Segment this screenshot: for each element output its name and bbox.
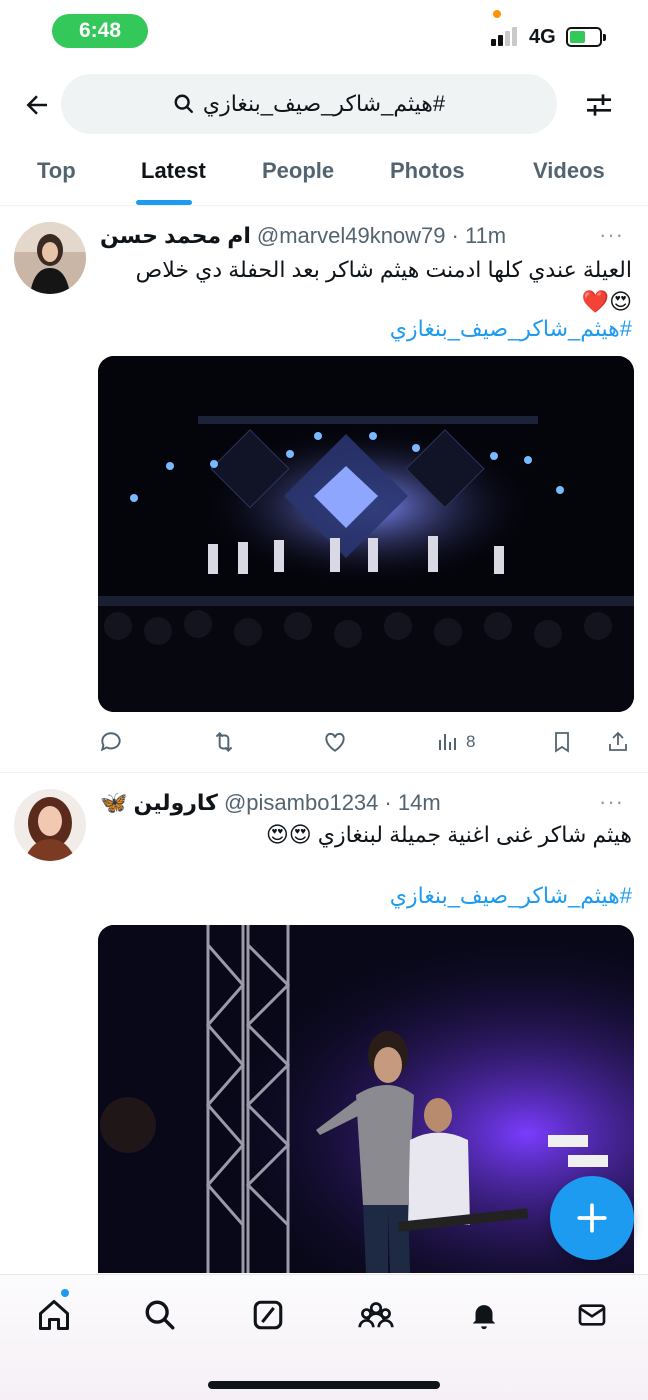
- notifications-icon: [472, 1305, 496, 1330]
- tweet-header: كارولين 🦋 @pisambo1234 · 14m ···: [100, 787, 640, 819]
- tweet-header: ام محمد حسن @marvel49know79 · 11m ···: [100, 220, 640, 252]
- views-icon: [439, 734, 456, 750]
- tweet-text: العيلة عندي كلها ادمنت هيثم شاكر بعد الح…: [102, 254, 632, 318]
- heart-icon: [325, 732, 345, 752]
- tab-videos[interactable]: Videos: [533, 158, 605, 184]
- search-icon: [174, 94, 193, 113]
- share-button[interactable]: [606, 726, 630, 758]
- grok-icon: [253, 1300, 283, 1330]
- tweet-author-name[interactable]: كارولين 🦋: [100, 790, 218, 816]
- tweet-author-handle: @pisambo1234: [223, 790, 379, 815]
- like-button[interactable]: [322, 726, 348, 758]
- tweet-emoji: 😍❤️: [581, 289, 632, 314]
- bookmark-icon: [555, 732, 569, 753]
- home-icon: [39, 1300, 69, 1330]
- tweet-author-handle: @marvel49know79: [256, 223, 446, 248]
- search-query: #هيثم_شاكر_صيف_بنغازي: [202, 91, 446, 116]
- views-button[interactable]: 8: [436, 726, 475, 758]
- tweet-timestamp: · 11m: [451, 223, 507, 248]
- arrow-left-icon: [26, 95, 47, 115]
- search-tabs: Top Latest People Photos Videos: [0, 148, 648, 206]
- home-notification-dot: [61, 1289, 69, 1297]
- tweet[interactable]: كارولين 🦋 @pisambo1234 · 14m ··· هيثم شا…: [0, 773, 648, 1273]
- tab-photos[interactable]: Photos: [390, 158, 465, 184]
- tab-people[interactable]: People: [262, 158, 334, 184]
- tweet-text: هيثم شاكر غنى اغنية جميلة لبنغازي 😍😍: [265, 822, 632, 847]
- nav-notifications[interactable]: [464, 1295, 504, 1335]
- tweet-actions: 8: [98, 726, 634, 758]
- battery-icon: [566, 27, 606, 47]
- search-header: #هيثم_شاكر_صيف_بنغازي: [0, 72, 648, 138]
- retweet-button[interactable]: [210, 726, 238, 758]
- plus-icon: [577, 1203, 607, 1233]
- communities-icon: [358, 1302, 394, 1328]
- tweet[interactable]: ام محمد حسن @marvel49know79 · 11m ··· ال…: [0, 206, 648, 772]
- search-filter-button[interactable]: [582, 88, 616, 122]
- share-icon: [609, 731, 627, 751]
- avatar[interactable]: [14, 789, 86, 861]
- nav-home[interactable]: [34, 1295, 74, 1335]
- reply-icon: [100, 732, 121, 752]
- network-type: 4G: [529, 26, 556, 48]
- active-tab-indicator: [136, 200, 192, 205]
- status-bar: 6:48 4G: [0, 0, 648, 62]
- reply-button[interactable]: [98, 726, 124, 758]
- bookmark-button[interactable]: [550, 726, 574, 758]
- nav-communities[interactable]: [356, 1295, 396, 1335]
- more-options-icon[interactable]: ···: [599, 789, 624, 815]
- butterfly-icon: 🦋: [100, 790, 128, 815]
- nav-messages[interactable]: [572, 1295, 612, 1335]
- nav-search[interactable]: [140, 1295, 180, 1335]
- search-input[interactable]: #هيثم_شاكر_صيف_بنغازي: [61, 74, 557, 134]
- signal-icon: [491, 26, 521, 46]
- compose-button[interactable]: [550, 1176, 634, 1260]
- avatar[interactable]: [14, 222, 86, 294]
- sliders-icon: [587, 94, 611, 116]
- messages-icon: [578, 1304, 606, 1326]
- search-icon: [145, 1300, 175, 1330]
- retweet-icon: [215, 731, 233, 753]
- tweet-hashtag-link[interactable]: #هيثم_شاكر_صيف_بنغازي: [390, 883, 632, 909]
- tweet-hashtag-link[interactable]: #هيثم_شاكر_صيف_بنغازي: [390, 316, 632, 342]
- status-time: 6:48: [52, 14, 148, 48]
- nav-grok[interactable]: [248, 1295, 288, 1335]
- concert-stage-photo[interactable]: [98, 356, 634, 712]
- bottom-navigation: [0, 1274, 648, 1400]
- author-name-text: كارولين: [133, 790, 218, 815]
- home-indicator: [208, 1381, 440, 1389]
- tweet-text-body: العيلة عندي كلها ادمنت هيثم شاكر بعد الح…: [135, 257, 632, 282]
- views-count: 8: [466, 732, 476, 751]
- back-button[interactable]: [20, 88, 54, 122]
- privacy-indicator-dot: [493, 10, 501, 18]
- tweet-timestamp: · 14m: [384, 790, 441, 815]
- tweet-author-name[interactable]: ام محمد حسن: [100, 223, 251, 249]
- tab-latest[interactable]: Latest: [141, 158, 206, 184]
- more-options-icon[interactable]: ···: [599, 222, 624, 248]
- tab-top[interactable]: Top: [37, 158, 76, 184]
